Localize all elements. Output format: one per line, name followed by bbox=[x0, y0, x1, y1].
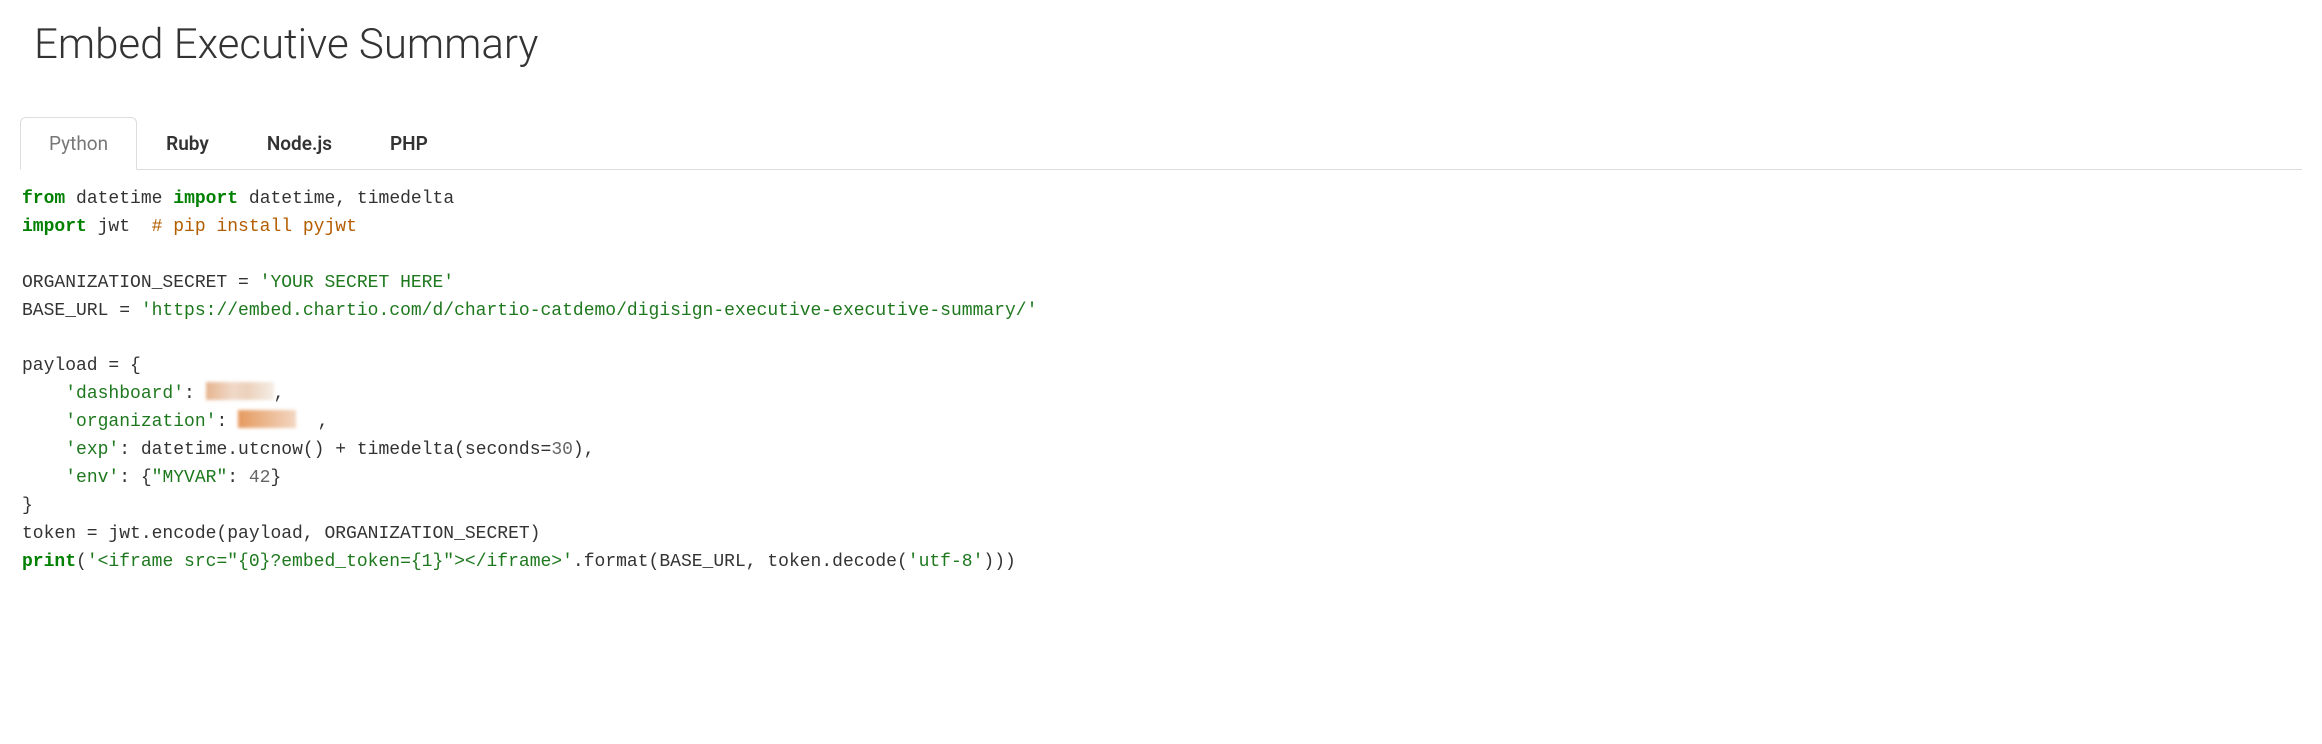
code-number: 42 bbox=[249, 468, 271, 488]
code-string: 'YOUR SECRET HERE' bbox=[260, 273, 454, 293]
code-string: 'organization' bbox=[65, 412, 216, 432]
code-text: ))) bbox=[983, 552, 1015, 572]
code-names: datetime, timedelta bbox=[249, 189, 454, 209]
code-string: "MYVAR" bbox=[152, 468, 228, 488]
code-var: BASE_URL = bbox=[22, 301, 141, 321]
code-text: : bbox=[184, 384, 206, 404]
code-text: : bbox=[216, 412, 238, 432]
code-keyword: import bbox=[22, 217, 87, 237]
code-text: , bbox=[318, 412, 329, 432]
code-text: : bbox=[227, 468, 249, 488]
code-comment: # pip install pyjwt bbox=[152, 217, 357, 237]
page-title: Embed Executive Summary bbox=[34, 20, 2302, 69]
tab-php[interactable]: PHP bbox=[361, 117, 457, 170]
code-string: 'exp' bbox=[65, 440, 119, 460]
code-text: ( bbox=[76, 552, 87, 572]
code-text: : datetime.utcnow() + timedelta(seconds= bbox=[119, 440, 551, 460]
tab-ruby[interactable]: Ruby bbox=[137, 117, 238, 170]
code-string: 'dashboard' bbox=[65, 384, 184, 404]
code-string: 'env' bbox=[65, 468, 119, 488]
code-text: ), bbox=[573, 440, 595, 460]
code-text: , bbox=[274, 384, 285, 404]
code-text: } bbox=[270, 468, 281, 488]
code-var: ORGANIZATION_SECRET = bbox=[22, 273, 260, 293]
code-text: token = jwt.encode(payload, ORGANIZATION… bbox=[22, 524, 540, 544]
code-string: '<iframe src="{0}?embed_token={1}"></ifr… bbox=[87, 552, 573, 572]
code-keyword: import bbox=[173, 189, 238, 209]
language-tabs: Python Ruby Node.js PHP bbox=[20, 117, 2302, 170]
tab-nodejs[interactable]: Node.js bbox=[238, 117, 361, 170]
code-text: } bbox=[22, 496, 33, 516]
code-block: from datetime import datetime, timedelta… bbox=[20, 170, 2302, 592]
code-keyword: print bbox=[22, 552, 76, 572]
code-string: 'utf-8' bbox=[908, 552, 984, 572]
code-number: 30 bbox=[551, 440, 573, 460]
code-module: datetime bbox=[76, 189, 162, 209]
redacted-value bbox=[238, 410, 296, 428]
redacted-value bbox=[206, 382, 274, 400]
code-module: jwt bbox=[98, 217, 130, 237]
code-keyword: from bbox=[22, 189, 65, 209]
code-text: : { bbox=[119, 468, 151, 488]
code-string: 'https://embed.chartio.com/d/chartio-cat… bbox=[141, 301, 1038, 321]
tab-python[interactable]: Python bbox=[20, 117, 137, 170]
code-text: .format(BASE_URL, token.decode( bbox=[573, 552, 908, 572]
code-var: payload = { bbox=[22, 356, 141, 376]
